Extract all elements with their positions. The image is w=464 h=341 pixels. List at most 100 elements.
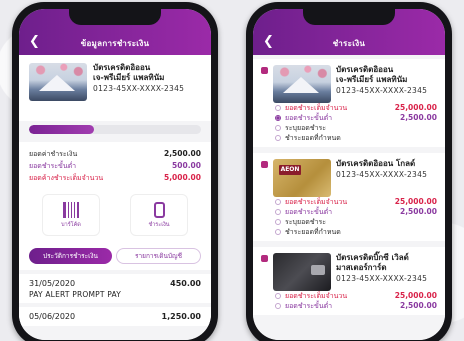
transaction-date: 31/05/2020 xyxy=(29,279,76,288)
amount-value: 5,000.00 xyxy=(163,173,201,182)
option-label: ชำระยอดที่กำหนด xyxy=(285,134,341,142)
phone-screen: ❮ ข้อมูลการชำระเงิน บัตรเครดิตอิออน เจ-พ… xyxy=(19,9,211,340)
option-label: ชำระยอดที่กำหนด xyxy=(285,228,341,236)
card-brand-logo: AEON xyxy=(279,165,301,175)
option-label-wrap: ยอดชำระเต็มจำนวน xyxy=(275,103,347,113)
option-label-wrap: ยอดชำระเต็มจำนวน xyxy=(275,291,347,301)
card-select-checkbox[interactable] xyxy=(261,255,268,262)
barcode-icon xyxy=(63,201,79,218)
credit-card-image xyxy=(29,63,87,101)
option-value: 25,000.00 xyxy=(394,197,437,206)
payment-card-item: บัตรเครดิตอิออน เจ-พรีเมียร์ แพลทินัม 01… xyxy=(253,59,445,147)
payment-actions: บาร์โค้ด ชำระเงิน xyxy=(19,188,211,242)
option-label-wrap: ยอดชำระขั้นต่ำ xyxy=(275,301,332,311)
transaction-date: 05/06/2020 xyxy=(29,312,76,321)
option-value: 2,500.00 xyxy=(399,113,437,122)
amount-label: ยอดชำระขั้นต่ำ xyxy=(29,162,77,170)
card-select-checkbox[interactable] xyxy=(261,67,268,74)
card-name-line1: บัตรเครดิตอิออน xyxy=(336,65,394,74)
transaction-amount: 1,250.00 xyxy=(161,312,201,321)
transaction-list-item[interactable]: 05/06/2020 1,250.00 xyxy=(19,307,211,326)
amount-label: ยอดค่าชำระเงิน xyxy=(29,150,78,158)
credit-usage-progress xyxy=(29,125,201,134)
transaction-description: PAY ALERT PROMPT PAY xyxy=(29,290,122,299)
phone-notch xyxy=(303,9,395,25)
radio-button[interactable] xyxy=(275,135,281,141)
payment-card-item: บัตรเครดิตบิ๊กซี เวิลด์ มาสเตอร์การ์ด 01… xyxy=(253,247,445,315)
option-minimum-amount[interactable]: ยอดชำระขั้นต่ำ 2,500.00 xyxy=(261,113,437,123)
history-tabs: ประวัติการชำระเงิน รายการเดินบัญชี xyxy=(19,242,211,270)
amount-row-full: ยอดค้างชำระเต็มจำนวน 5,000.00 xyxy=(29,172,201,184)
credit-usage-progress-fill xyxy=(29,125,95,134)
barcode-button[interactable]: บาร์โค้ด xyxy=(42,194,100,236)
credit-card-info: บัตรเครดิตบิ๊กซี เวิลด์ มาสเตอร์การ์ด 01… xyxy=(336,253,427,284)
amount-value: 2,500.00 xyxy=(163,149,201,158)
amount-row-minimum: ยอดชำระขั้นต่ำ 500.00 xyxy=(29,160,201,172)
credit-card-image xyxy=(273,253,331,291)
option-label-wrap: ยอดชำระขั้นต่ำ xyxy=(275,113,332,123)
payment-card-list: บัตรเครดิตอิออน เจ-พรีเมียร์ แพลทินัม 01… xyxy=(253,55,445,340)
payment-amounts: ยอดค่าชำระเงิน 2,500.00 ยอดชำระขั้นต่ำ 5… xyxy=(19,142,211,188)
mobile-pay-icon xyxy=(153,201,165,218)
mobile-pay-button[interactable]: ชำระเงิน xyxy=(130,194,188,236)
radio-button[interactable] xyxy=(275,303,281,309)
credit-card-info: บัตรเครดิตอิออน โกลด์ 0123-45XX-XXXX-234… xyxy=(336,159,427,180)
credit-card-image xyxy=(273,65,331,103)
option-minimum-amount[interactable]: ยอดชำระขั้นต่ำ 2,500.00 xyxy=(261,207,437,217)
credit-card-info: บัตรเครดิตอิออน เจ-พรีเมียร์ แพลทินัม 01… xyxy=(336,65,427,96)
amount-row-total: ยอดค่าชำระเงิน 2,500.00 xyxy=(29,148,201,160)
transaction-list-item[interactable]: 31/05/2020 450.00 PAY ALERT PROMPT PAY xyxy=(19,274,211,303)
payment-card-header: บัตรเครดิตบิ๊กซี เวิลด์ มาสเตอร์การ์ด 01… xyxy=(261,253,437,291)
radio-button[interactable] xyxy=(275,209,281,215)
phone-notch xyxy=(69,9,161,25)
radio-button[interactable] xyxy=(275,125,281,131)
option-label-wrap: ระบุยอดชำระ xyxy=(275,123,326,133)
option-label: ยอดชำระขั้นต่ำ xyxy=(285,208,333,216)
radio-button[interactable] xyxy=(275,105,281,111)
option-label-wrap: ระบุยอดชำระ xyxy=(275,217,326,227)
tab-payment-history[interactable]: ประวัติการชำระเงิน xyxy=(29,248,112,264)
radio-button[interactable] xyxy=(275,293,281,299)
card-name-line2: เจ-พรีเมียร์ แพลทินัม xyxy=(336,75,408,84)
option-value: 2,500.00 xyxy=(399,301,437,310)
option-label-wrap: ยอดชำระเต็มจำนวน xyxy=(275,197,347,207)
option-fixed-amount[interactable]: ชำระยอดที่กำหนด xyxy=(261,133,437,143)
option-label: ระบุยอดชำระ xyxy=(285,218,327,226)
option-custom-amount[interactable]: ระบุยอดชำระ xyxy=(261,217,437,227)
option-full-amount[interactable]: ยอดชำระเต็มจำนวน 25,000.00 xyxy=(261,103,437,113)
card-number: 0123-45XX-XXXX-2345 xyxy=(336,274,428,283)
option-label: ยอดชำระเต็มจำนวน xyxy=(285,292,348,300)
transaction-amount: 450.00 xyxy=(170,279,201,288)
barcode-button-label: บาร์โค้ด xyxy=(61,221,81,228)
option-full-amount[interactable]: ยอดชำระเต็มจำนวน 25,000.00 xyxy=(261,291,437,301)
credit-card-info: บัตรเครดิตอิออน เจ-พรีเมียร์ แพลทินัม 01… xyxy=(93,63,184,115)
card-number: 0123-45XX-XXXX-2345 xyxy=(93,84,185,93)
option-label-wrap: ชำระยอดที่กำหนด xyxy=(275,227,341,237)
option-label: ยอดชำระเต็มจำนวน xyxy=(285,198,348,206)
option-value: 2,500.00 xyxy=(399,207,437,216)
payment-info-body: บัตรเครดิตอิออน เจ-พรีเมียร์ แพลทินัม 01… xyxy=(19,55,211,340)
transaction-row: 05/06/2020 1,250.00 xyxy=(29,311,201,322)
option-full-amount[interactable]: ยอดชำระเต็มจำนวน 25,000.00 xyxy=(261,197,437,207)
option-minimum-amount[interactable]: ยอดชำระขั้นต่ำ 2,500.00 xyxy=(261,301,437,311)
option-custom-amount[interactable]: ระบุยอดชำระ xyxy=(261,123,437,133)
option-label: ยอดชำระขั้นต่ำ xyxy=(285,302,333,310)
card-name-line2: มาสเตอร์การ์ด xyxy=(336,263,387,272)
phone-screen: ❮ ชำระเงิน บัตรเครดิตอิออน เจ-พรีเมียร์ … xyxy=(253,9,445,340)
radio-button-selected[interactable] xyxy=(275,115,281,121)
card-number: 0123-45XX-XXXX-2345 xyxy=(336,86,428,95)
option-label: ยอดชำระเต็มจำนวน xyxy=(285,104,348,112)
phone-frame-payment: ❮ ชำระเงิน บัตรเครดิตอิออน เจ-พรีเมียร์ … xyxy=(246,2,452,341)
phone-frame-payment-info: ❮ ข้อมูลการชำระเงิน บัตรเครดิตอิออน เจ-พ… xyxy=(12,2,218,341)
card-select-checkbox[interactable] xyxy=(261,161,268,168)
radio-button[interactable] xyxy=(275,219,281,225)
payment-card-item: AEON บัตรเครดิตอิออน โกลด์ 0123-45XX-XXX… xyxy=(253,153,445,241)
option-fixed-amount[interactable]: ชำระยอดที่กำหนด xyxy=(261,227,437,237)
mobile-pay-button-label: ชำระเงิน xyxy=(148,221,170,228)
credit-card-summary: บัตรเครดิตอิออน เจ-พรีเมียร์ แพลทินัม 01… xyxy=(19,55,211,121)
option-label: ระบุยอดชำระ xyxy=(285,124,327,132)
radio-button[interactable] xyxy=(275,229,281,235)
tab-statement[interactable]: รายการเดินบัญชี xyxy=(116,248,201,264)
radio-button[interactable] xyxy=(275,199,281,205)
card-name-line2: เจ-พรีเมียร์ แพลทินัม xyxy=(93,73,165,82)
